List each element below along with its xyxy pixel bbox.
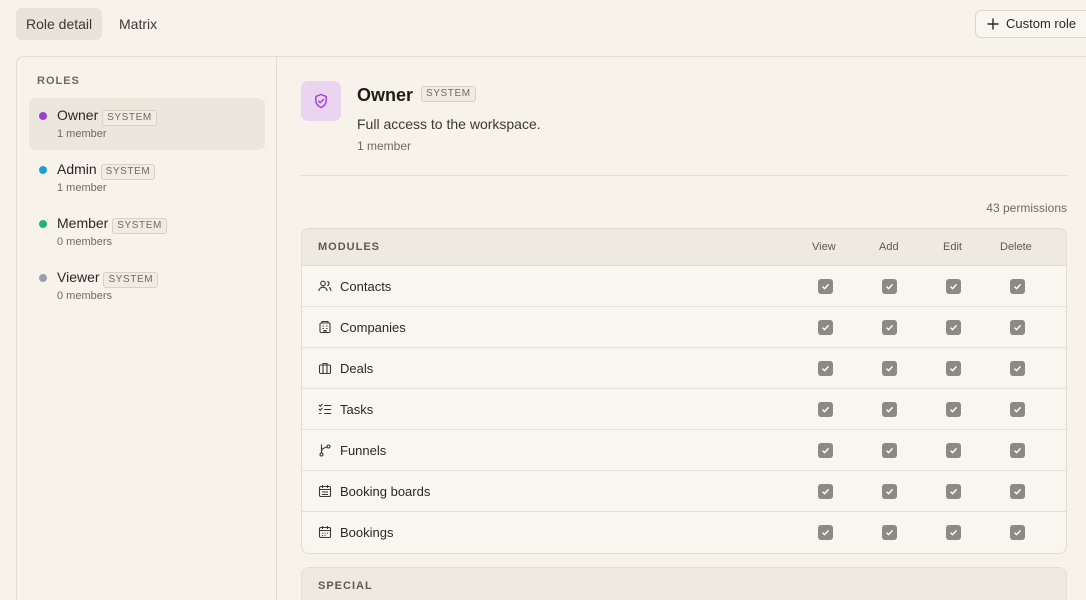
column-header-add: Add xyxy=(879,241,899,253)
module-label: Funnels xyxy=(340,443,387,458)
role-item-owner[interactable]: Owner SYSTEM 1 member xyxy=(29,98,265,150)
users-icon xyxy=(318,280,332,292)
checkbox-delete[interactable] xyxy=(1010,484,1025,499)
checkbox-edit[interactable] xyxy=(946,320,961,335)
checkbox-add[interactable] xyxy=(882,320,897,335)
permission-count: 43 permissions xyxy=(986,201,1067,215)
role-member-count: 1 member xyxy=(57,182,107,194)
system-badge: SYSTEM xyxy=(102,110,157,126)
role-icon-box xyxy=(301,81,341,121)
module-label: Contacts xyxy=(340,279,392,294)
calendar-list-icon xyxy=(318,485,332,498)
checkbox-view[interactable] xyxy=(818,320,833,335)
special-heading: SPECIAL xyxy=(318,580,373,592)
checkbox-delete[interactable] xyxy=(1010,279,1025,294)
checkbox-add[interactable] xyxy=(882,443,897,458)
table-row: Tasks xyxy=(302,389,1066,430)
plus-icon xyxy=(987,18,999,30)
roles-heading: ROLES xyxy=(37,75,80,87)
calendar-icon xyxy=(318,526,332,539)
module-label: Deals xyxy=(340,361,374,376)
custom-role-button[interactable]: Custom role xyxy=(975,10,1086,38)
role-name: Member SYSTEM xyxy=(57,215,167,234)
permissions-table: MODULES View Add Edit Delete Contacts Co… xyxy=(301,228,1067,554)
checkbox-edit[interactable] xyxy=(946,361,961,376)
shield-check-icon xyxy=(315,93,327,109)
role-member-count: 1 member xyxy=(357,139,412,153)
checkbox-add[interactable] xyxy=(882,484,897,499)
custom-role-label: Custom role xyxy=(1006,16,1077,31)
role-member-count: 1 member xyxy=(57,128,107,140)
table-row: Companies xyxy=(302,307,1066,348)
checkbox-delete[interactable] xyxy=(1010,320,1025,335)
role-title: Owner xyxy=(357,85,414,105)
tab-role-detail[interactable]: Role detail xyxy=(16,8,103,40)
checkbox-delete[interactable] xyxy=(1010,361,1025,376)
table-row: Booking boards xyxy=(302,471,1066,512)
briefcase-icon xyxy=(318,362,332,375)
checkbox-view[interactable] xyxy=(818,525,833,540)
top-bar: Role detail Matrix Custom role xyxy=(0,0,1086,48)
system-badge: SYSTEM xyxy=(103,272,159,288)
module-label: Bookings xyxy=(340,525,394,540)
checkbox-view[interactable] xyxy=(818,484,833,499)
column-header-delete: Delete xyxy=(1000,241,1032,253)
system-badge: SYSTEM xyxy=(112,218,167,234)
tab-matrix[interactable]: Matrix xyxy=(109,8,167,40)
special-section: SPECIAL xyxy=(301,567,1067,600)
checkbox-add[interactable] xyxy=(882,525,897,540)
role-item-viewer[interactable]: Viewer SYSTEM 0 members xyxy=(29,260,265,312)
checkbox-add[interactable] xyxy=(882,279,897,294)
module-label: Booking boards xyxy=(340,484,431,499)
role-color-dot xyxy=(39,274,47,282)
role-member-count: 0 members xyxy=(57,290,113,302)
table-row: Deals xyxy=(302,348,1066,389)
divider xyxy=(301,175,1067,176)
checkbox-edit[interactable] xyxy=(946,402,961,417)
role-item-admin[interactable]: Admin SYSTEM 1 member xyxy=(29,152,265,204)
roles-panel: ROLES Owner SYSTEM 1 member Admin SYSTEM… xyxy=(16,56,1086,600)
checkbox-delete[interactable] xyxy=(1010,402,1025,417)
role-description: Full access to the workspace. xyxy=(357,116,541,132)
checkbox-edit[interactable] xyxy=(946,525,961,540)
column-header-view: View xyxy=(812,241,836,253)
role-name: Owner SYSTEM xyxy=(57,107,157,126)
system-badge: SYSTEM xyxy=(100,164,156,180)
checkbox-view[interactable] xyxy=(818,443,833,458)
checkbox-edit[interactable] xyxy=(946,443,961,458)
table-row: Funnels xyxy=(302,430,1066,471)
checkbox-delete[interactable] xyxy=(1010,443,1025,458)
checkbox-view[interactable] xyxy=(818,402,833,417)
role-color-dot xyxy=(39,112,47,120)
checkbox-view[interactable] xyxy=(818,361,833,376)
table-row: Contacts xyxy=(302,266,1066,307)
role-name: Admin SYSTEM xyxy=(57,161,156,180)
table-row: Bookings xyxy=(302,512,1066,553)
checkbox-edit[interactable] xyxy=(946,279,961,294)
module-label: Tasks xyxy=(340,402,374,417)
roles-sidebar: ROLES Owner SYSTEM 1 member Admin SYSTEM… xyxy=(17,57,277,600)
modules-heading: MODULES xyxy=(318,241,380,253)
git-branch-icon xyxy=(319,444,331,457)
checkbox-edit[interactable] xyxy=(946,484,961,499)
checkbox-view[interactable] xyxy=(818,279,833,294)
role-item-member[interactable]: Member SYSTEM 0 members xyxy=(29,206,265,258)
role-color-dot xyxy=(39,166,47,174)
role-member-count: 0 members xyxy=(57,236,113,248)
column-header-edit: Edit xyxy=(943,241,962,253)
role-name: Viewer SYSTEM xyxy=(57,269,159,288)
module-label: Companies xyxy=(340,320,406,335)
role-color-dot xyxy=(39,220,47,228)
checkbox-delete[interactable] xyxy=(1010,525,1025,540)
building-icon xyxy=(319,320,331,334)
checkbox-add[interactable] xyxy=(882,402,897,417)
system-badge: SYSTEM xyxy=(421,86,476,102)
checkbox-add[interactable] xyxy=(882,361,897,376)
table-header: MODULES View Add Edit Delete xyxy=(302,229,1066,266)
role-detail: Owner SYSTEM Full access to the workspac… xyxy=(301,57,1067,600)
checklist-icon xyxy=(318,403,332,415)
